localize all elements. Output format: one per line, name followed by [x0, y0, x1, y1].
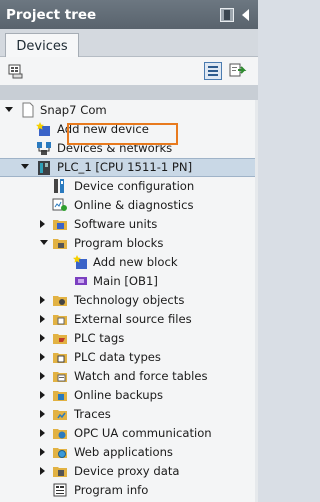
panel-edge	[255, 100, 258, 502]
tree-toolbar	[0, 57, 258, 85]
program-info-icon	[52, 482, 68, 498]
tab-devices[interactable]: Devices	[5, 33, 79, 58]
network-icon	[36, 140, 52, 156]
tree-item-label: Snap7 Com	[40, 103, 107, 117]
tree-item-label: Web applications	[74, 445, 173, 459]
tree-item-label: Online backups	[74, 388, 164, 402]
online-diagnostics-icon	[52, 197, 68, 213]
tree-item-plc-data-types[interactable]: PLC data types	[0, 348, 258, 367]
expand-arrow-icon[interactable]	[40, 353, 48, 361]
expand-arrow-icon[interactable]	[40, 334, 48, 342]
panel-titlebar: Project tree	[0, 0, 258, 29]
collapse-panel-icon[interactable]	[220, 7, 234, 22]
tree-item-online-diagnostics[interactable]: Online & diagnostics	[0, 196, 258, 215]
opc-ua-icon	[52, 425, 68, 441]
tree-item-opc-ua[interactable]: OPC UA communication	[0, 424, 258, 443]
expand-arrow-icon[interactable]	[40, 220, 48, 228]
tree-item-technology-objects[interactable]: Technology objects	[0, 291, 258, 310]
panel-title: Project tree	[6, 6, 97, 23]
tree-item-label: Technology objects	[74, 293, 185, 307]
expand-arrow-icon[interactable]	[21, 164, 29, 172]
expand-arrow-icon[interactable]	[5, 107, 13, 115]
tree-item-device-configuration[interactable]: Device configuration	[0, 177, 258, 196]
tree-item-label: Device configuration	[74, 179, 195, 193]
tree-item-label: External source files	[74, 312, 192, 326]
expand-arrow-icon[interactable]	[40, 296, 48, 304]
tree-item-label: Online & diagnostics	[74, 198, 194, 212]
chevron-left-icon[interactable]	[239, 8, 253, 22]
add-block-icon	[73, 254, 89, 270]
tree-item-plc-tags[interactable]: PLC tags	[0, 329, 258, 348]
device-config-icon	[52, 178, 68, 194]
software-units-icon	[52, 216, 68, 232]
expand-arrow-icon[interactable]	[40, 410, 48, 418]
tree-item-plc-1[interactable]: PLC_1 [CPU 1511-1 PN]	[0, 158, 258, 177]
tree-item-software-units[interactable]: Software units	[0, 215, 258, 234]
tree-item-main-ob1[interactable]: Main [OB1]	[0, 272, 258, 291]
tree-item-watch-force-tables[interactable]: Watch and force tables	[0, 367, 258, 386]
folder-icon	[52, 387, 68, 403]
expand-arrow-icon[interactable]	[40, 372, 48, 380]
expand-arrow-icon[interactable]	[40, 448, 48, 456]
tree-item-device-proxy-data[interactable]: Device proxy data	[0, 462, 258, 481]
expand-arrow-icon[interactable]	[40, 315, 48, 323]
expand-arrow-icon[interactable]	[40, 391, 48, 399]
tree-item-label: Software units	[74, 217, 158, 231]
folder-icon	[52, 406, 68, 422]
tree-header	[0, 85, 258, 100]
folder-icon	[52, 330, 68, 346]
overview-icon[interactable]	[7, 62, 25, 80]
tree-item-label: PLC data types	[74, 350, 161, 364]
project-tree: Snap7 Com Add new device Devices & netwo…	[0, 100, 258, 502]
tree-item-external-source-files[interactable]: External source files	[0, 310, 258, 329]
ob-icon	[73, 273, 89, 289]
tree-item-label: PLC_1 [CPU 1511-1 PN]	[57, 160, 193, 174]
list-view-icon[interactable]	[204, 62, 222, 80]
project-icon	[20, 102, 36, 118]
tree-item-traces[interactable]: Traces	[0, 405, 258, 424]
expand-arrow-icon[interactable]	[40, 240, 48, 248]
web-icon	[52, 444, 68, 460]
plc-icon	[36, 160, 52, 176]
expand-arrow-icon[interactable]	[40, 467, 48, 475]
tree-item-program-info[interactable]: Program info	[0, 481, 258, 500]
folder-icon	[52, 311, 68, 327]
folder-icon	[52, 368, 68, 384]
expand-arrow-icon[interactable]	[40, 429, 48, 437]
tree-item-label: Watch and force tables	[74, 369, 208, 383]
tree-item-label: Main [OB1]	[93, 274, 158, 288]
tree-item-project[interactable]: Snap7 Com	[0, 101, 258, 120]
tree-item-label: Program info	[74, 483, 149, 497]
sync-icon[interactable]	[229, 62, 247, 80]
tree-item-program-blocks[interactable]: Program blocks	[0, 234, 258, 253]
add-device-icon	[36, 121, 52, 137]
folder-icon	[52, 349, 68, 365]
folder-icon	[52, 235, 68, 251]
tab-strip: Devices	[0, 29, 258, 58]
tree-item-add-new-block[interactable]: Add new block	[0, 253, 258, 272]
folder-icon	[52, 463, 68, 479]
tree-item-label: Program blocks	[74, 236, 164, 250]
tree-item-label: OPC UA communication	[74, 426, 212, 440]
tree-item-label: Device proxy data	[74, 464, 180, 478]
highlight-box	[67, 123, 178, 145]
tree-item-label: PLC tags	[74, 331, 125, 345]
tree-item-label: Traces	[74, 407, 111, 421]
tree-item-online-backups[interactable]: Online backups	[0, 386, 258, 405]
folder-icon	[52, 292, 68, 308]
tree-item-label: Add new block	[93, 255, 178, 269]
tree-item-web-applications[interactable]: Web applications	[0, 443, 258, 462]
